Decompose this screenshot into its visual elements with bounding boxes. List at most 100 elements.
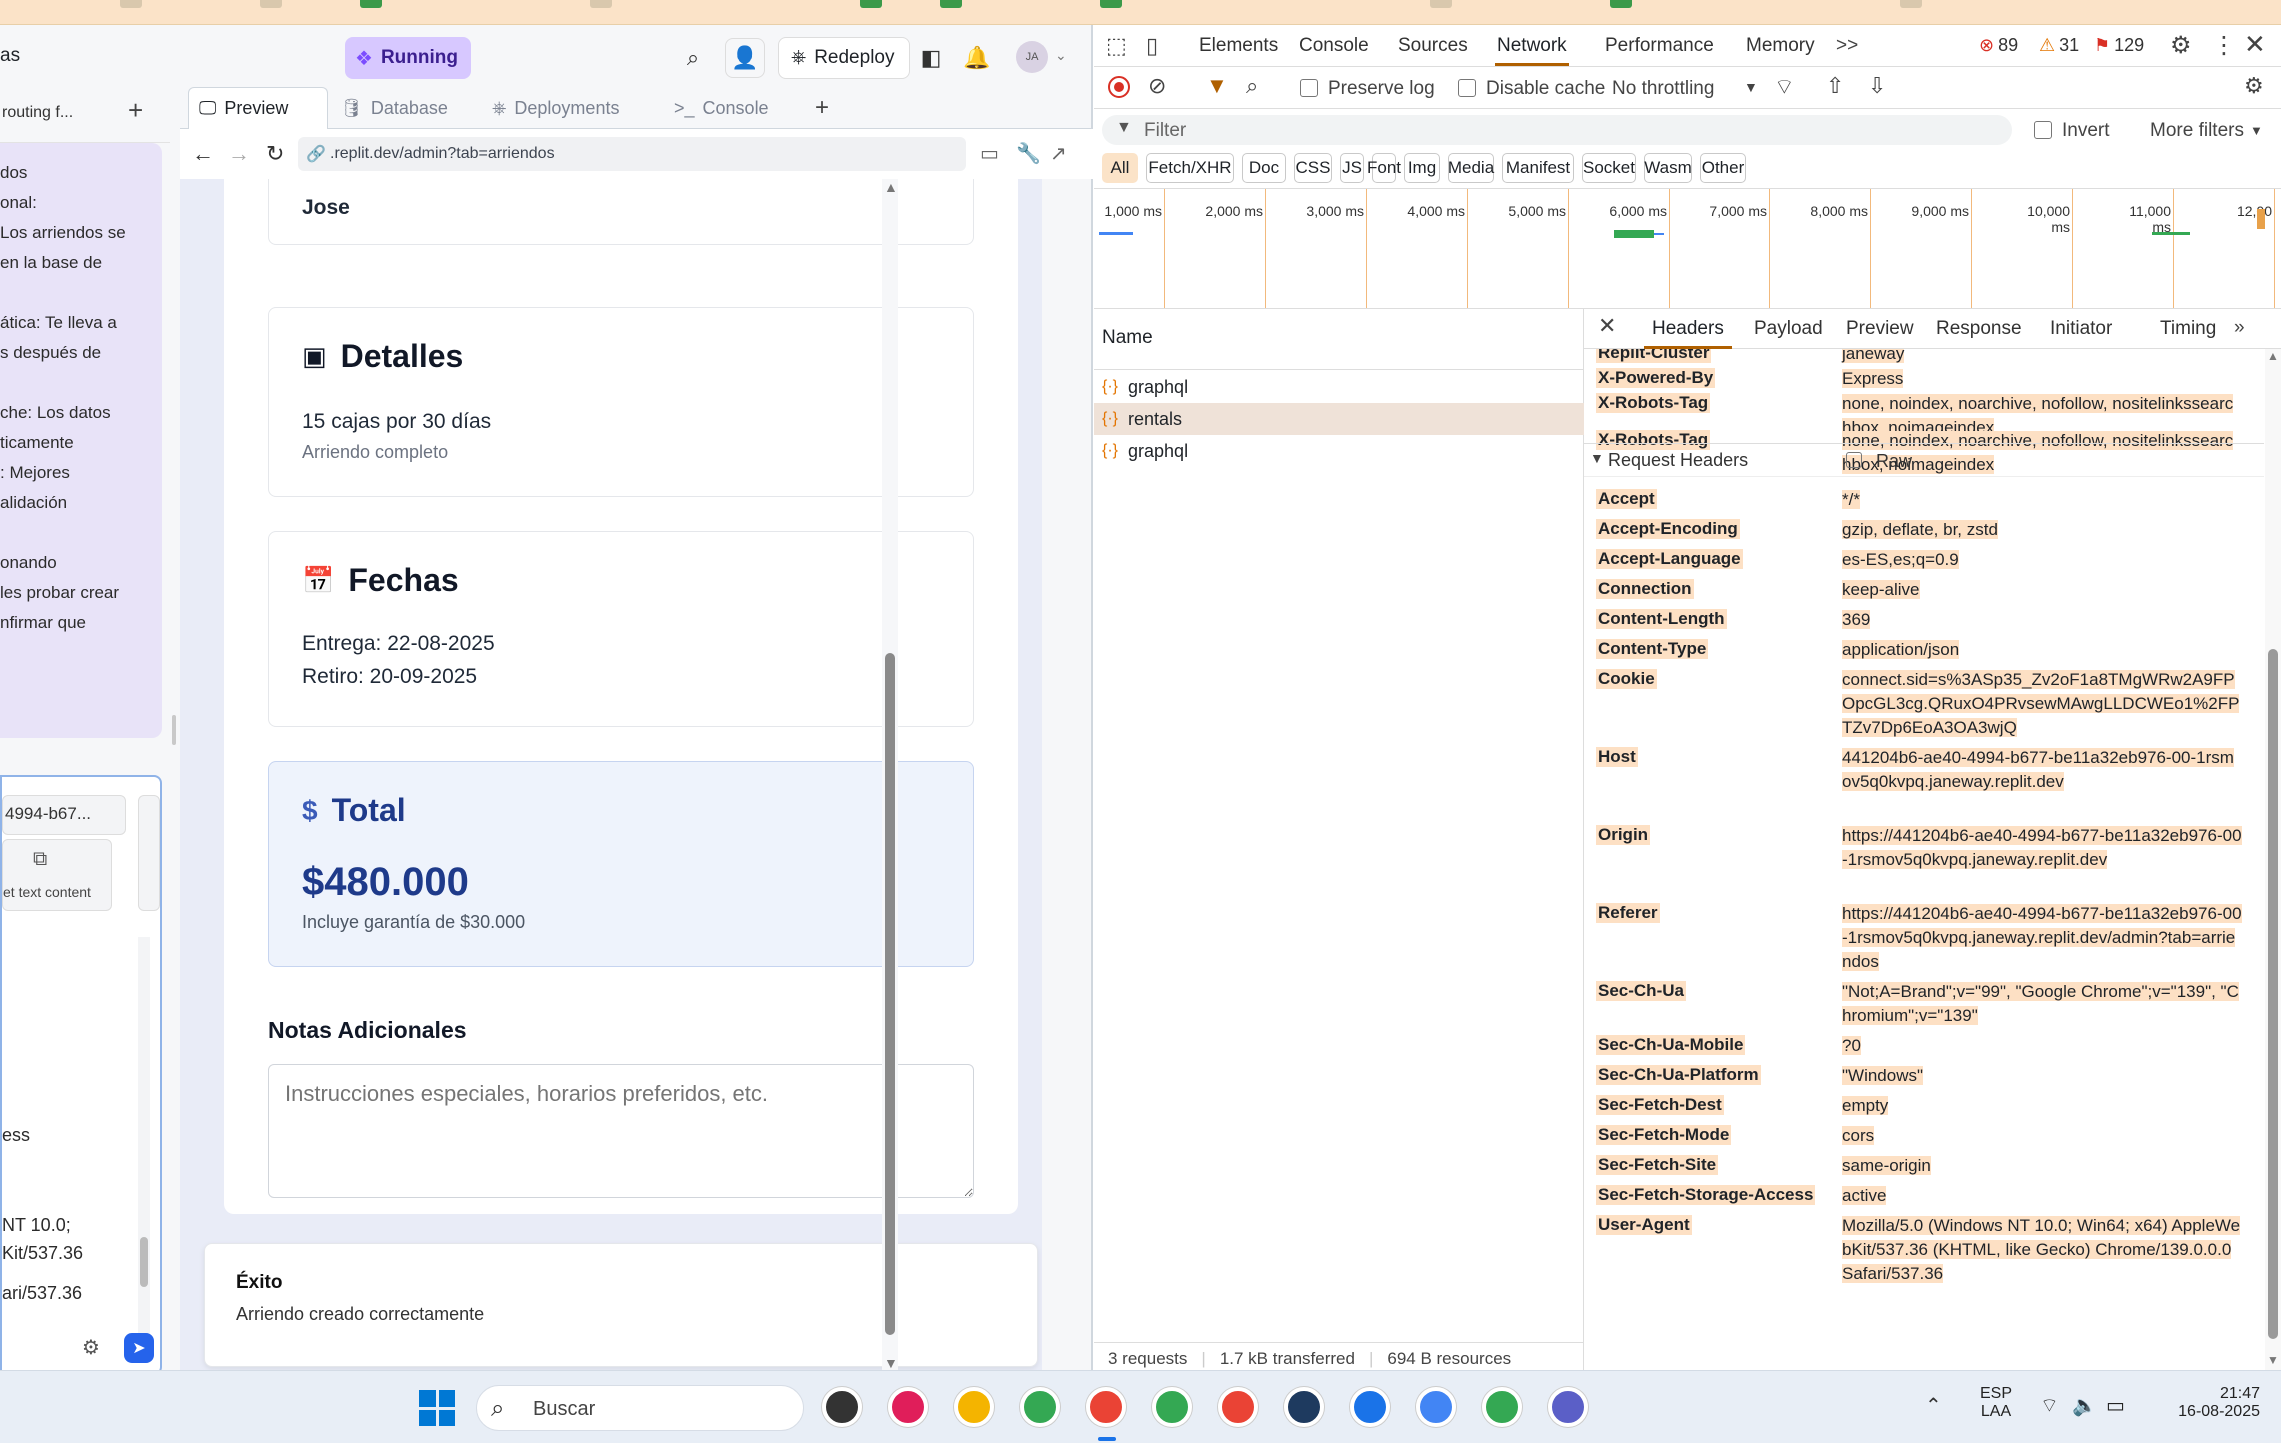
tab-console[interactable]: >_ Console <box>664 87 804 129</box>
chat-scrollbar-thumb[interactable] <box>140 1237 148 1287</box>
header-name[interactable]: X-Powered-By <box>1596 368 1716 388</box>
header-name[interactable]: Sec-Fetch-Mode <box>1596 1125 1732 1145</box>
close-icon[interactable]: ✕ <box>1598 313 1616 339</box>
get-text-content-button[interactable]: ⧉ et text content <box>2 839 112 911</box>
scroll-up-icon[interactable]: ▲ <box>884 179 898 195</box>
chevron-up-icon[interactable]: ⌃ <box>1925 1393 1942 1418</box>
invert-checkbox[interactable] <box>2034 121 2052 139</box>
tab-database[interactable]: 🛢 Database <box>330 87 480 129</box>
url-input[interactable]: 🔗 .replit.dev/admin?tab=arriendos <box>298 137 966 171</box>
filter-js[interactable]: JS <box>1340 153 1364 183</box>
more-tabs-icon[interactable]: » <box>2234 317 2245 339</box>
record-icon[interactable] <box>1108 76 1130 98</box>
invite-user-icon[interactable]: 👤 <box>725 38 765 78</box>
header-name[interactable]: User-Agent <box>1596 1215 1692 1235</box>
issues-count[interactable]: ⚑ 129 <box>2094 35 2144 56</box>
copy-icon[interactable]: ◧ <box>911 38 951 78</box>
error-count[interactable]: ⊗ 89 <box>1979 35 2018 56</box>
tab-memory[interactable]: Memory <box>1746 35 1815 57</box>
network-conditions-icon[interactable]: ⌔ <box>1774 73 1795 101</box>
header-name[interactable]: Content-Length <box>1596 609 1727 629</box>
header-value[interactable]: application/json <box>1842 638 2242 662</box>
more-filters-button[interactable]: More filters <box>2150 120 2244 142</box>
request-headers-section[interactable]: ▼ Request Headers Raw <box>1584 443 2264 477</box>
chrome-icon[interactable] <box>1482 1387 1522 1427</box>
notes-textarea[interactable] <box>268 1064 974 1198</box>
detail-tab-payload[interactable]: Payload <box>1754 318 1823 340</box>
header-value[interactable]: https://441204b6-ae40-4994-b677-be11a32e… <box>1842 902 2242 974</box>
header-name[interactable]: Sec-Fetch-Storage-Access <box>1596 1185 1816 1205</box>
chevron-down-icon[interactable]: ▼ <box>2250 123 2263 138</box>
preview-scrollbar[interactable]: ▲ ▼ <box>882 179 898 1379</box>
chrome-icon[interactable] <box>1350 1387 1390 1427</box>
devices-icon[interactable]: ▭ <box>980 141 999 166</box>
headers-scrollbar-thumb[interactable] <box>2268 649 2278 1339</box>
header-name[interactable]: Origin <box>1596 825 1651 845</box>
scroll-down-icon[interactable]: ▼ <box>2267 1353 2279 1367</box>
chevron-down-icon[interactable]: ▼ <box>1744 79 1758 95</box>
windows-start-icon[interactable] <box>419 1390 455 1426</box>
resize-handle[interactable] <box>172 715 176 745</box>
kebab-menu-icon[interactable]: ⋮ <box>2212 31 2236 60</box>
header-name[interactable]: Sec-Ch-Ua-Platform <box>1596 1065 1761 1085</box>
header-value[interactable]: janeway <box>1842 349 2242 366</box>
avatar[interactable]: JA <box>1016 41 1048 73</box>
network-timeline[interactable]: 1,000 ms 2,000 ms 3,000 ms 4,000 ms 5,000 ms… <box>1094 189 2281 309</box>
forward-arrow-icon[interactable]: → <box>228 141 250 167</box>
filter-icon[interactable]: ▼ <box>1206 73 1228 99</box>
request-row[interactable]: {·} graphql <box>1094 371 1584 403</box>
wifi-icon[interactable]: ⌔ <box>2040 1393 2059 1418</box>
close-icon[interactable]: ✕ <box>2244 29 2266 60</box>
filter-socket[interactable]: Socket <box>1582 153 1636 183</box>
request-row[interactable]: {·} graphql <box>1094 435 1584 467</box>
filter-font[interactable]: Font <box>1367 153 1401 183</box>
header-value[interactable]: 441204b6-ae40-4994-b677-be11a32eb976-00-… <box>1842 746 2242 794</box>
search-icon[interactable]: ⌕ <box>673 38 713 78</box>
tab-console[interactable]: Console <box>1299 35 1369 57</box>
warning-count[interactable]: ⚠ 31 <box>2039 35 2079 56</box>
header-name[interactable]: Content-Type <box>1596 639 1709 659</box>
filter-all[interactable]: All <box>1102 153 1138 183</box>
header-value[interactable]: 369 <box>1842 608 2242 632</box>
task-view-icon[interactable] <box>822 1387 862 1427</box>
chrome-icon[interactable] <box>1218 1387 1258 1427</box>
header-value[interactable]: "Not;A=Brand";v="99", "Google Chrome";v=… <box>1842 980 2242 1028</box>
headers-scrollbar[interactable]: ▲ ▼ <box>2265 349 2281 1370</box>
chrome-icon[interactable] <box>1086 1387 1126 1427</box>
header-value[interactable]: keep-alive <box>1842 578 2242 602</box>
snippet-card-next[interactable] <box>138 795 160 911</box>
reload-icon[interactable]: ↻ <box>266 141 284 167</box>
gear-icon[interactable]: ⚙ <box>2170 31 2192 60</box>
filter-other[interactable]: Other <box>1700 153 1746 183</box>
filter-img[interactable]: Img <box>1404 153 1440 183</box>
chevron-down-icon[interactable]: ⌄ <box>1055 47 1067 64</box>
name-column-header[interactable]: Name <box>1102 327 1153 349</box>
request-row[interactable]: {·} rentals <box>1094 403 1584 435</box>
inspect-element-icon[interactable]: ⬚ <box>1106 33 1127 59</box>
upload-icon[interactable]: ⇧ <box>1826 73 1844 99</box>
header-value[interactable]: ?0 <box>1842 1034 2242 1058</box>
tab-network[interactable]: Network <box>1497 35 1567 57</box>
header-name[interactable]: Accept <box>1596 489 1657 509</box>
chat-scrollbar[interactable] <box>138 937 150 1357</box>
chrome-icon[interactable] <box>1416 1387 1456 1427</box>
filter-fetch-xhr[interactable]: Fetch/XHR <box>1146 153 1234 183</box>
scroll-down-icon[interactable]: ▼ <box>884 1355 898 1371</box>
header-name[interactable]: X-Robots-Tag <box>1596 393 1711 413</box>
filter-input[interactable]: ▼ Filter <box>1102 115 2012 145</box>
header-value[interactable]: cors <box>1842 1124 2242 1148</box>
add-tab-button[interactable]: + <box>805 87 865 129</box>
tab-performance[interactable]: Performance <box>1605 35 1714 57</box>
detail-tab-headers[interactable]: Headers <box>1652 318 1724 340</box>
chrome-icon[interactable] <box>1152 1387 1192 1427</box>
chat-thread-title[interactable]: routing f... <box>2 104 73 122</box>
settings-sliders-icon[interactable]: ⚙ <box>82 1335 100 1360</box>
slack-icon[interactable] <box>888 1387 928 1427</box>
header-value[interactable]: Mozilla/5.0 (Windows NT 10.0; Win64; x64… <box>1842 1214 2242 1286</box>
detail-tab-response[interactable]: Response <box>1936 318 2022 340</box>
filter-doc[interactable]: Doc <box>1242 153 1286 183</box>
file-explorer-icon[interactable] <box>954 1387 994 1427</box>
header-value[interactable]: same-origin <box>1842 1154 2242 1178</box>
filter-media[interactable]: Media <box>1448 153 1494 183</box>
open-external-icon[interactable]: ↗ <box>1050 141 1067 166</box>
